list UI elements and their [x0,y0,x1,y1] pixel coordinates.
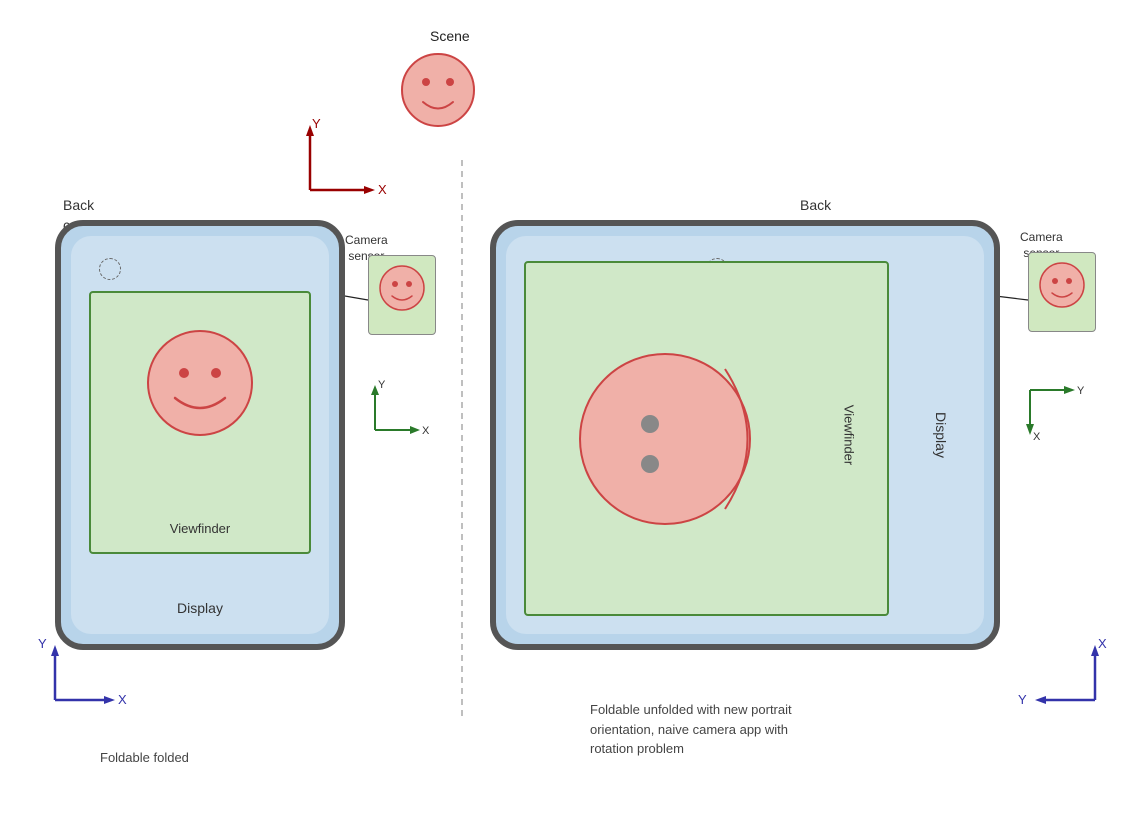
svg-text:X: X [422,425,430,437]
scene-label: Scene [430,28,470,44]
sensor-face-left [376,262,428,314]
phone-left: Viewfinder Display [55,220,345,650]
svg-text:Y: Y [38,636,47,651]
sensor-box-left [368,255,436,335]
svg-text:Y: Y [378,379,386,391]
phone-right-screen: Viewfinder Display [506,236,984,634]
viewfinder-label-left: Viewfinder [170,521,230,536]
sensor-face-right [1036,259,1088,311]
caption-unfolded: Foldable unfolded with new portraitorien… [590,700,792,759]
svg-text:Y: Y [1018,692,1027,707]
display-label-left: Display [177,600,223,616]
phone-right: Viewfinder Display [490,220,1000,650]
sensor-box-right [1028,252,1096,332]
phone-left-screen: Viewfinder Display [71,236,329,634]
smiley-right-distorted [570,339,770,539]
svg-text:X: X [1033,431,1041,443]
camera-hole-left [99,258,121,280]
smiley-left [140,323,260,443]
caption-folded: Foldable folded [100,750,189,765]
svg-text:Y: Y [1077,385,1085,397]
svg-text:Y: Y [312,116,321,131]
svg-text:X: X [118,692,127,707]
svg-text:X: X [378,182,387,197]
display-label-right: Display [933,412,949,458]
scene-face [398,50,478,130]
viewfinder-right [524,261,889,616]
viewfinder-label-right: Viewfinder [841,405,856,465]
svg-text:X: X [1098,636,1107,651]
viewfinder-left: Viewfinder [89,291,311,554]
